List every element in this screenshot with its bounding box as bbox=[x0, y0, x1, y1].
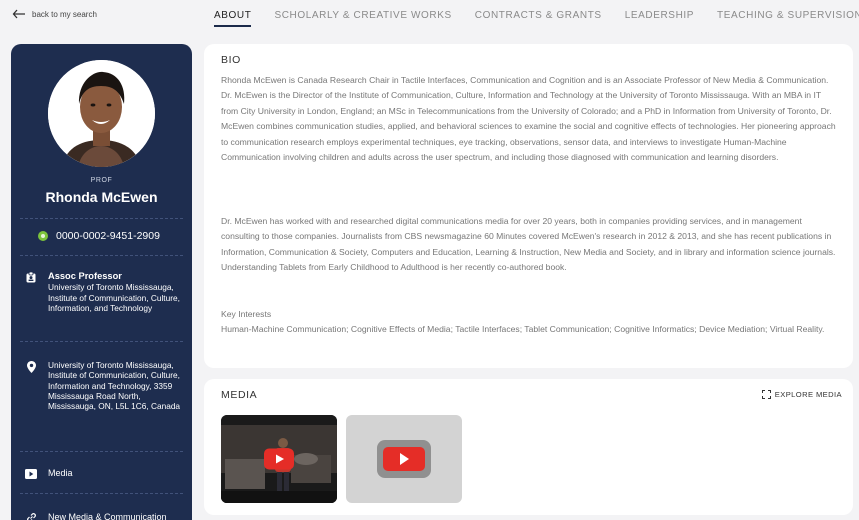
name-prefix: PROF bbox=[90, 177, 113, 184]
divider bbox=[20, 341, 183, 342]
media-icon bbox=[25, 468, 37, 479]
bio-title: BIO bbox=[221, 54, 241, 66]
tab-teaching-supervision[interactable]: TEACHING & SUPERVISION bbox=[717, 10, 859, 27]
position-title: Assoc Professor bbox=[48, 271, 122, 281]
media-card: MEDIA EXPLORE MEDIA bbox=[204, 379, 853, 515]
tab-bar: ABOUT SCHOLARLY & CREATIVE WORKS CONTRAC… bbox=[214, 10, 859, 27]
badge-icon bbox=[25, 271, 37, 313]
avatar bbox=[48, 60, 155, 167]
bio-paragraph-1: Rhonda McEwen is Canada Research Chair i… bbox=[221, 75, 836, 163]
bio-card: BIO Rhonda McEwen is Canada Research Cha… bbox=[204, 44, 853, 368]
department-link[interactable]: New Media & Communication bbox=[25, 511, 183, 520]
explore-media-button[interactable]: EXPLORE MEDIA bbox=[761, 390, 842, 399]
youtube-play-icon bbox=[264, 448, 294, 470]
position-org: University of Toronto Mississauga, Insti… bbox=[48, 282, 180, 313]
expand-icon bbox=[761, 390, 771, 399]
key-interests-list: Human-Machine Communication; Cognitive E… bbox=[221, 324, 825, 335]
tab-contracts-grants[interactable]: CONTRACTS & GRANTS bbox=[475, 10, 602, 27]
position-row: Assoc Professor University of Toronto Mi… bbox=[25, 271, 183, 313]
profile-name: Rhonda McEwen bbox=[45, 189, 158, 205]
media-link[interactable]: Media bbox=[25, 468, 183, 479]
media-title: MEDIA bbox=[221, 389, 258, 401]
top-nav: back to my search ABOUT SCHOLARLY & CREA… bbox=[0, 0, 859, 36]
tab-about[interactable]: ABOUT bbox=[214, 10, 252, 27]
profile-sidebar: PROF Rhonda McEwen 0000-0002-9451-2909 A… bbox=[11, 44, 192, 520]
location-pin-icon bbox=[25, 360, 37, 411]
link-icon bbox=[25, 511, 37, 520]
orcid-link[interactable]: 0000-0002-9451-2909 bbox=[38, 230, 160, 242]
explore-media-label: EXPLORE MEDIA bbox=[774, 390, 842, 399]
tab-scholarly-creative-works[interactable]: SCHOLARLY & CREATIVE WORKS bbox=[274, 10, 451, 27]
back-arrow-icon bbox=[12, 9, 25, 19]
back-to-search-link[interactable]: back to my search bbox=[12, 9, 97, 19]
key-interests-heading: Key Interests bbox=[221, 309, 272, 319]
department-link-label: New Media & Communication bbox=[48, 511, 167, 520]
divider bbox=[20, 451, 183, 452]
divider bbox=[20, 218, 183, 219]
address-text: University of Toronto Mississauga, Insti… bbox=[48, 360, 181, 412]
orcid-icon bbox=[38, 231, 48, 241]
youtube-play-icon bbox=[377, 440, 431, 478]
tab-leadership[interactable]: LEADERSHIP bbox=[625, 10, 694, 27]
address-row: University of Toronto Mississauga, Insti… bbox=[25, 360, 183, 411]
video-thumbnail[interactable] bbox=[221, 415, 337, 503]
bio-paragraph-2: Dr. McEwen has worked with and researche… bbox=[221, 216, 836, 273]
key-interests: Key Interests Human-Machine Communicatio… bbox=[221, 307, 839, 338]
divider bbox=[20, 493, 183, 494]
media-link-label: Media bbox=[48, 468, 73, 479]
video-thumbnail[interactable] bbox=[346, 415, 462, 503]
back-label: back to my search bbox=[32, 9, 97, 19]
orcid-id: 0000-0002-9451-2909 bbox=[56, 230, 160, 242]
divider bbox=[20, 255, 183, 256]
